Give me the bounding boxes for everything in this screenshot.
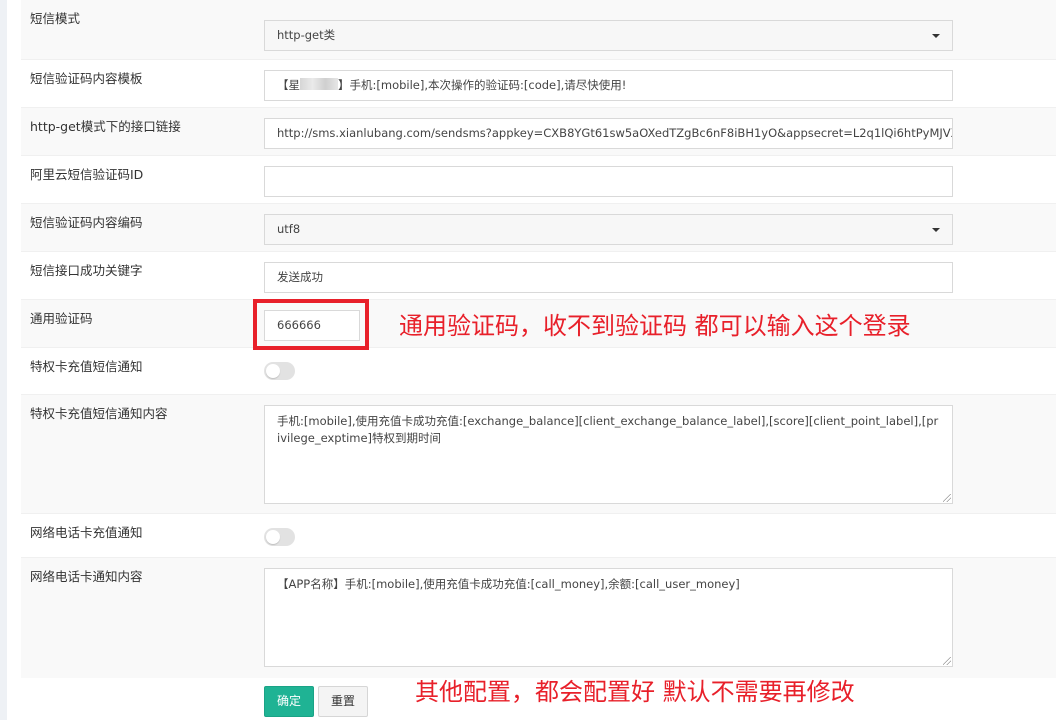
row-privilege-notify-content: 特权卡充值短信通知内容 手机:[mobile],使用充值卡成功充值:[excha… [21, 394, 1056, 513]
sms-mode-select[interactable]: http-get类 [264, 20, 953, 51]
toggle-knob [266, 530, 280, 544]
universal-code-highlight-box [253, 299, 369, 350]
field-label: 通用验证码 [30, 311, 93, 326]
caret-down-icon [932, 34, 940, 38]
field-label: 网络电话卡通知内容 [30, 569, 143, 584]
field-label: 阿里云短信验证码ID [30, 167, 144, 182]
select-value: http-get类 [277, 28, 336, 42]
field-label: 特权卡充值短信通知 [30, 359, 143, 374]
phone-notify-content-textarea[interactable]: 【APP名称】手机:[mobile],使用充值卡成功充值:[call_money… [264, 568, 953, 667]
field-label: 短信模式 [30, 11, 81, 26]
http-get-url-input[interactable]: http://sms.xianlubang.com/sendsms?appkey… [264, 118, 953, 149]
encoding-select[interactable]: utf8 [264, 214, 953, 245]
row-sms-template: 短信验证码内容模板 【星 】手机:[mobile],本次操作的验证码:[code]… [21, 59, 1056, 107]
resize-grip-icon[interactable] [943, 657, 951, 665]
row-phone-notify-content: 网络电话卡通知内容 【APP名称】手机:[mobile],使用充值卡成功充值:[… [21, 557, 1056, 678]
field-label: 短信验证码内容编码 [30, 215, 143, 230]
config-annotation: 其他配置，都会配置好 默认不需要再修改 [415, 678, 855, 706]
sms-template-input[interactable]: 【星 】手机:[mobile],本次操作的验证码:[code],请尽快使用! [264, 70, 953, 101]
textarea-text: 手机:[mobile],使用充值卡成功充值:[exchange_balance]… [277, 414, 939, 445]
caret-down-icon [932, 228, 940, 232]
privilege-notify-toggle[interactable] [264, 362, 295, 380]
resize-grip-icon[interactable] [943, 494, 951, 502]
field-label: http-get模式下的接口链接 [30, 119, 181, 134]
privilege-notify-content-textarea[interactable]: 手机:[mobile],使用充值卡成功充值:[exchange_balance]… [264, 405, 953, 504]
row-http-get-url: http-get模式下的接口链接 http://sms.xianlubang.c… [21, 107, 1056, 155]
row-phone-notify: 网络电话卡充值通知 [21, 513, 1056, 557]
row-sms-mode: 短信模式 http-get类 [21, 0, 1056, 59]
row-success-keyword: 短信接口成功关键字 发送成功 [21, 251, 1056, 299]
row-encoding: 短信验证码内容编码 utf8 [21, 203, 1056, 251]
template-prefix: 【星 [277, 78, 300, 92]
textarea-text: 【APP名称】手机:[mobile],使用充值卡成功充值:[call_money… [277, 577, 740, 591]
select-value: utf8 [277, 222, 301, 236]
aliyun-id-input[interactable] [264, 166, 953, 197]
reset-button[interactable]: 重置 [318, 686, 368, 717]
row-aliyun-id: 阿里云短信验证码ID [21, 155, 1056, 203]
left-rail [0, 0, 7, 720]
field-label: 短信验证码内容模板 [30, 71, 143, 86]
toggle-knob [266, 364, 280, 378]
field-label: 网络电话卡充值通知 [30, 525, 143, 540]
universal-code-annotation: 通用验证码，收不到验证码 都可以输入这个登录 [399, 312, 911, 340]
phone-notify-toggle[interactable] [264, 528, 295, 546]
field-label: 特权卡充值短信通知内容 [30, 406, 168, 421]
field-label: 短信接口成功关键字 [30, 263, 143, 278]
row-privilege-notify: 特权卡充值短信通知 [21, 347, 1056, 394]
redacted-text [300, 78, 338, 90]
success-keyword-input[interactable]: 发送成功 [264, 262, 953, 293]
confirm-button[interactable]: 确定 [264, 686, 314, 717]
template-text: 】手机:[mobile],本次操作的验证码:[code],请尽快使用! [338, 78, 627, 92]
